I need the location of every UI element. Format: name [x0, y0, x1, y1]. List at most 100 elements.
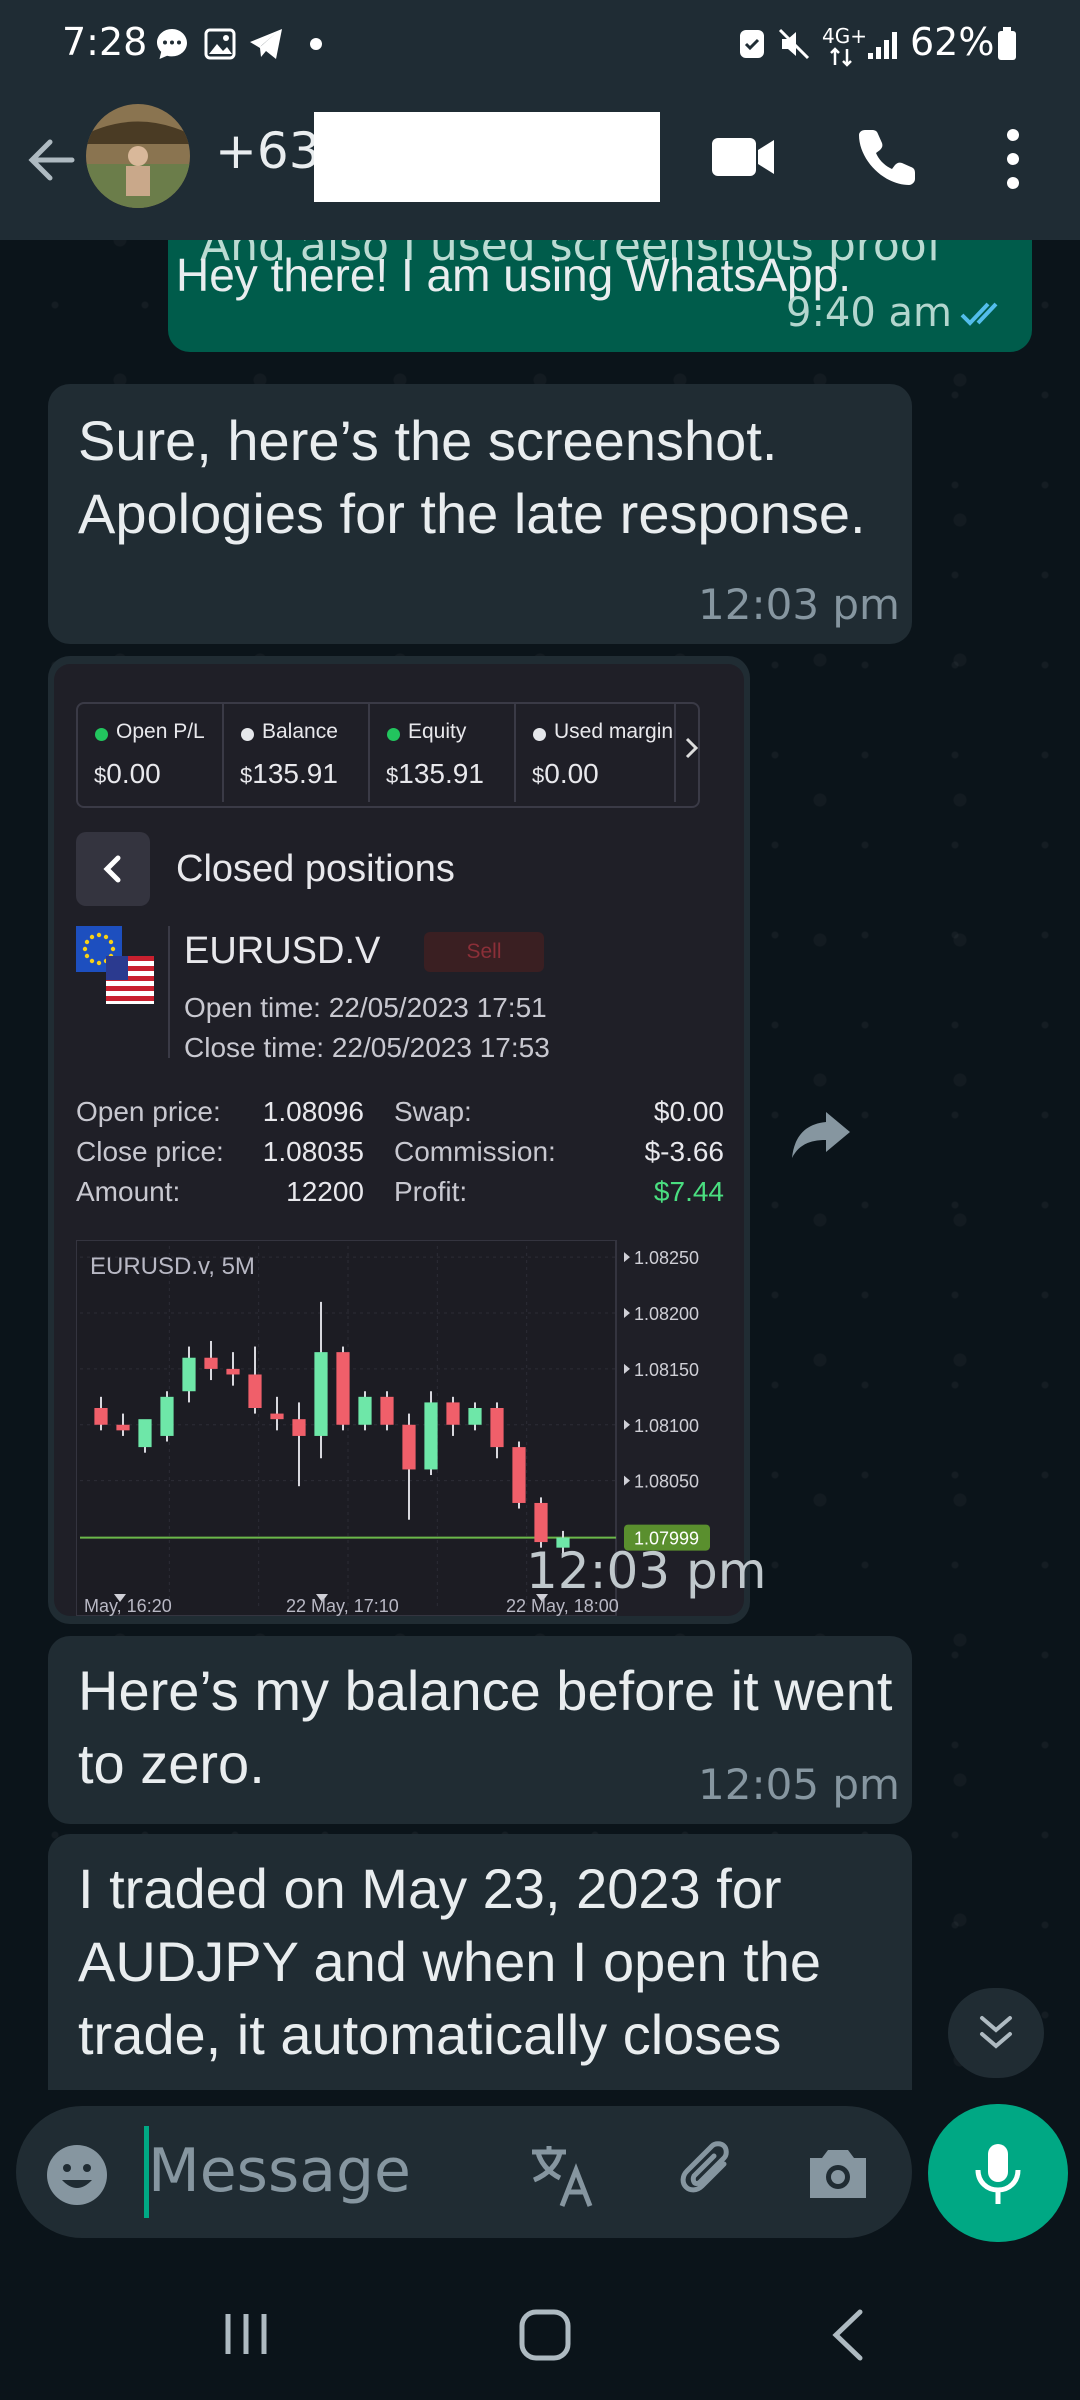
stat-value: $0.00: [94, 758, 161, 789]
detail-value: 1.08035: [262, 1136, 364, 1167]
home-icon[interactable]: [514, 2304, 576, 2366]
detail-value: 1.08096: [262, 1096, 364, 1127]
emoji-icon[interactable]: [44, 2142, 110, 2208]
candle-body: [204, 1357, 218, 1369]
battery-icon: [994, 24, 1020, 64]
contact-name[interactable]: +63: [215, 122, 321, 180]
x-tick-label: May, 16:20: [84, 1596, 172, 1616]
vertical-divider: [168, 926, 170, 1058]
outgoing-message-text: Hey there! I am using WhatsApp.: [176, 249, 851, 301]
stat-label: Used margin: [554, 720, 674, 743]
stat-divider: [674, 704, 676, 802]
video-call-icon[interactable]: [712, 136, 774, 178]
y-tick-label: 1.08200: [634, 1304, 699, 1324]
candle-body: [116, 1424, 130, 1431]
more-options-icon[interactable]: [1000, 126, 1026, 192]
chart-title: EURUSD.v, 5M: [90, 1253, 255, 1280]
stat-divider: [222, 704, 224, 802]
status-dot: [241, 728, 254, 741]
message-timestamp: 9:40 am: [786, 290, 953, 336]
detail-label: Profit:: [394, 1176, 468, 1207]
telegram-notification-icon: [246, 24, 286, 64]
forward-icon[interactable]: [790, 1110, 852, 1160]
chevron-right-icon: [684, 736, 700, 764]
detail-label: Commission:: [394, 1136, 556, 1167]
more-notifications-dot-icon: [306, 24, 326, 64]
y-tick-marker: [624, 1419, 630, 1430]
mute-icon: [774, 24, 814, 64]
open-time: Open time: 22/05/2023 17:51: [184, 992, 547, 1023]
stat-value: $0.00: [532, 758, 599, 789]
y-tick-label: 1.08100: [634, 1416, 699, 1436]
back-icon[interactable]: [824, 2306, 870, 2364]
attach-icon[interactable]: [672, 2136, 746, 2210]
status-dot: [533, 728, 546, 741]
trading-screenshot-image[interactable]: Open P/L $0.00 Balance $135.91 Equity $1…: [54, 664, 744, 1616]
status-dot: [387, 728, 400, 741]
candle-body: [358, 1396, 372, 1425]
detail-label: Amount:: [76, 1176, 181, 1207]
alarm-icon: [734, 24, 770, 64]
detail-label: Swap:: [394, 1096, 472, 1127]
candle-body: [94, 1408, 108, 1425]
recent-apps-icon[interactable]: [216, 2308, 276, 2360]
sell-badge: Sell: [424, 932, 544, 972]
stat-divider: [368, 704, 370, 802]
account-stats-box: [76, 702, 700, 808]
candle-body: [336, 1352, 350, 1425]
read-receipt-icon: [958, 298, 1010, 330]
y-tick-label: 1.08250: [634, 1248, 699, 1268]
closed-positions-back-button: [76, 832, 150, 906]
back-arrow-icon[interactable]: [22, 130, 82, 190]
candle-body: [314, 1352, 328, 1436]
message-text: Sure, here’s the screenshot. Apologies f…: [78, 409, 866, 545]
y-tick-label: 1.08050: [634, 1472, 699, 1492]
redaction-box: [314, 112, 660, 202]
voice-call-icon[interactable]: [858, 126, 918, 186]
y-tick-marker: [624, 1308, 630, 1319]
translate-icon[interactable]: [528, 2142, 600, 2208]
y-tick-marker: [624, 1252, 630, 1263]
stat-label: Open P/L: [116, 720, 205, 743]
detail-value: 12200: [286, 1176, 364, 1207]
camera-icon[interactable]: [804, 2140, 872, 2206]
message-text: I traded on May 23, 2023 for AUDJPY and …: [78, 1857, 822, 2066]
avatar[interactable]: [86, 104, 190, 208]
candle-body: [182, 1357, 196, 1392]
profit-value: $7.44: [653, 1176, 724, 1207]
y-tick-label: 1.08150: [634, 1360, 699, 1380]
stat-value: $135.91: [240, 758, 338, 789]
message-timestamp: 12:03 pm: [526, 1542, 767, 1600]
detail-value: $-3.66: [644, 1136, 724, 1167]
stat-value: $135.91: [386, 758, 484, 789]
symbol-name: EURUSD.V: [184, 930, 381, 972]
candle-body: [248, 1374, 262, 1408]
candle-body: [468, 1408, 482, 1425]
candle-body: [424, 1402, 438, 1470]
detail-value: $0.00: [653, 1096, 724, 1127]
stat-label: Equity: [408, 720, 467, 743]
y-tick-marker: [624, 1363, 630, 1374]
message-timestamp: 12:05 pm: [698, 1760, 900, 1809]
candle-body: [226, 1368, 240, 1375]
data-arrows-icon: [826, 46, 856, 68]
y-tick-marker: [624, 1475, 630, 1486]
section-title: Closed positions: [176, 848, 455, 890]
x-tick-label: 22 May, 17:10: [286, 1596, 399, 1616]
candle-body: [534, 1502, 548, 1543]
chat-notification-icon: [152, 24, 192, 64]
gallery-notification-icon: [200, 24, 240, 64]
sell-label: Sell: [466, 940, 502, 963]
candle-body: [446, 1402, 460, 1425]
currency-pair-flag-icon: [76, 926, 154, 1004]
message-placeholder[interactable]: Message: [148, 2136, 411, 2206]
battery-percent: 62%: [910, 20, 995, 64]
close-time: Close time: 22/05/2023 17:53: [184, 1032, 550, 1063]
candle-body: [402, 1424, 416, 1470]
voice-message-button[interactable]: [928, 2104, 1068, 2242]
scroll-to-bottom-button[interactable]: [948, 1988, 1044, 2078]
message-timestamp: 12:03 pm: [698, 580, 900, 629]
candle-body: [292, 1419, 306, 1436]
candle-body: [490, 1408, 504, 1448]
candle-body: [160, 1396, 174, 1436]
